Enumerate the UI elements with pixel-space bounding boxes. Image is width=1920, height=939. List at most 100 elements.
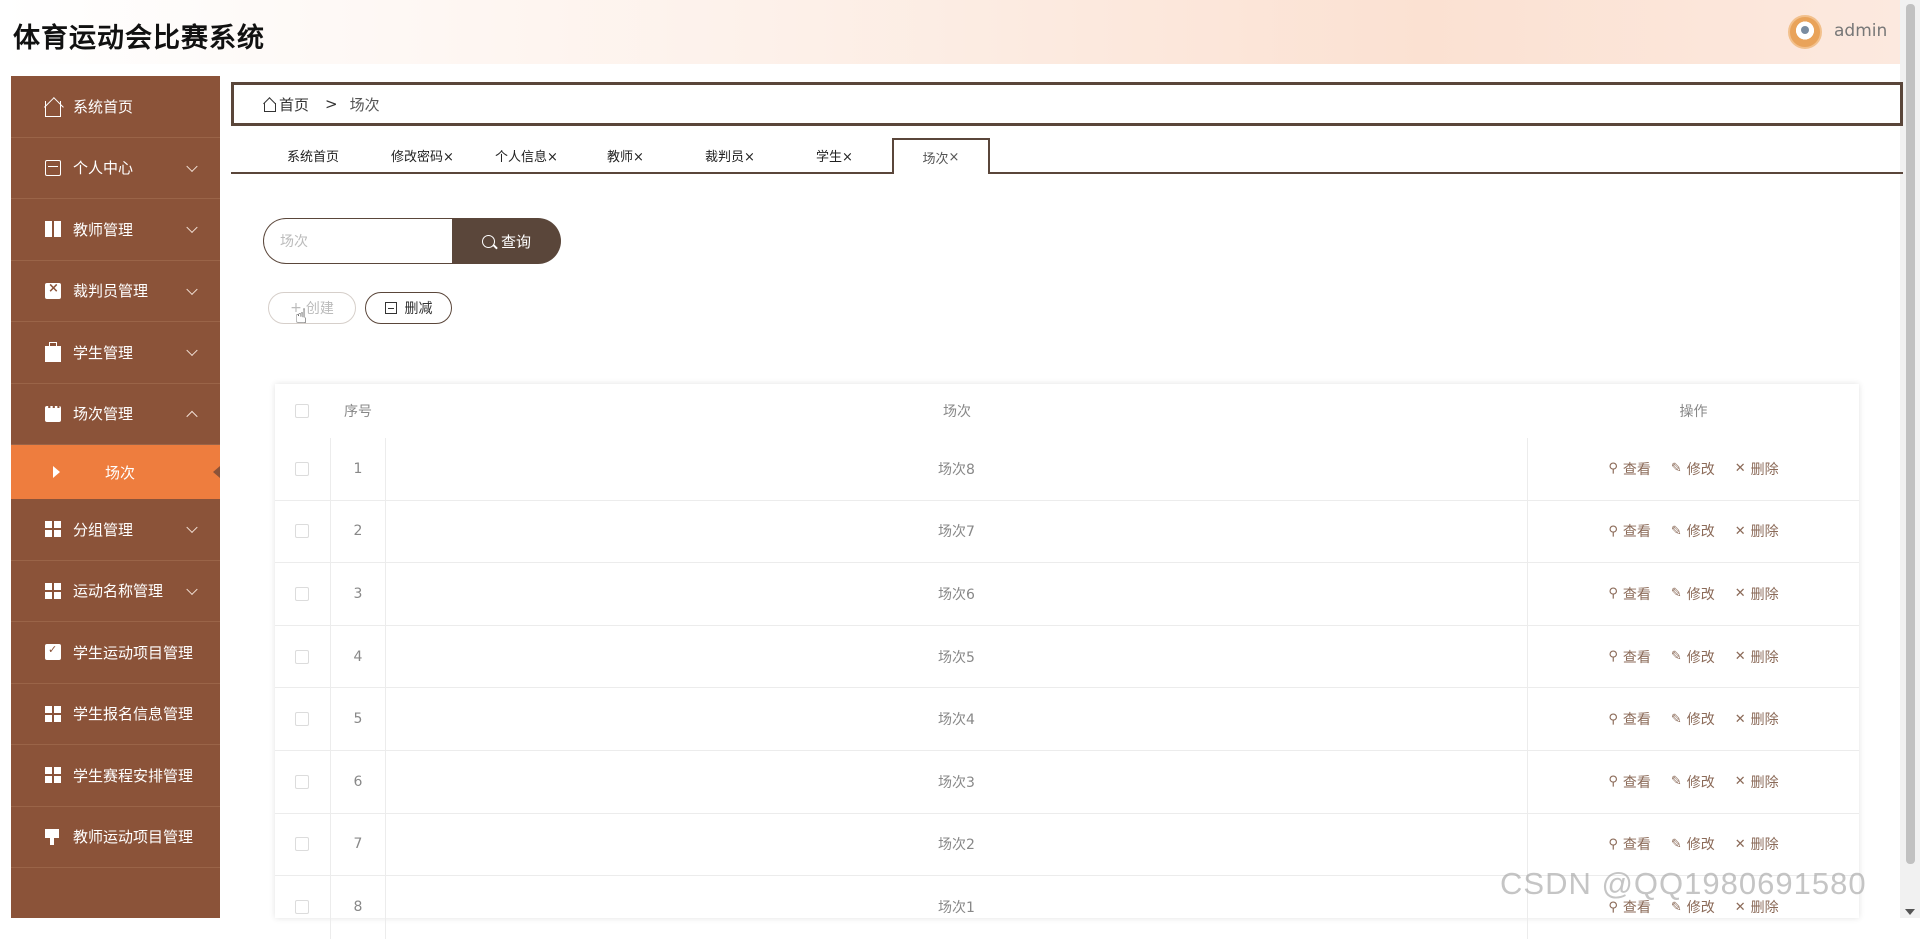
row-checkbox[interactable] xyxy=(295,586,309,601)
tab-referee[interactable]: 裁判员× xyxy=(705,146,755,165)
sidebar-item-student-schedule[interactable]: 学生赛程安排管理 xyxy=(11,745,220,807)
row-checkbox[interactable] xyxy=(295,774,309,789)
close-icon[interactable]: × xyxy=(547,150,558,165)
grid-icon xyxy=(45,582,61,599)
delete-button[interactable]: ✕ 删除 xyxy=(1735,584,1779,604)
view-button[interactable]: ⚲ 查看 xyxy=(1608,647,1651,667)
scroll-down-arrow-icon[interactable] xyxy=(1905,909,1915,915)
row-index: 4 xyxy=(330,625,386,688)
close-icon[interactable]: × xyxy=(949,150,960,165)
close-icon[interactable]: × xyxy=(633,150,644,165)
edit-button[interactable]: ✎ 修改 xyxy=(1671,584,1715,604)
close-icon: ✕ xyxy=(1734,586,1746,602)
sidebar-item-personal-center[interactable]: 个人中心 xyxy=(11,138,220,199)
close-icon: ✕ xyxy=(1734,461,1746,477)
close-icon[interactable]: × xyxy=(443,150,454,165)
sidebar-item-student-management[interactable]: 学生管理 xyxy=(11,322,220,384)
close-icon: ✕ xyxy=(1734,899,1746,915)
pencil-icon: ✎ xyxy=(1670,711,1682,727)
tab-personal-info[interactable]: 个人信息× xyxy=(495,146,558,165)
sidebar-item-referee-management[interactable]: 裁判员管理 xyxy=(11,261,220,322)
sidebar-item-group-management[interactable]: 分组管理 xyxy=(11,499,220,561)
chevron-down-icon xyxy=(186,521,198,534)
edit-button[interactable]: ✎ 修改 xyxy=(1671,647,1715,667)
sidebar: 系统首页 个人中心 教师管理 裁判员管理 学生管理 场次管理 场次 分组管理 运… xyxy=(11,76,220,918)
delete-button[interactable]: ✕ 删除 xyxy=(1735,459,1779,479)
delete-button[interactable]: ✕ 删除 xyxy=(1735,709,1779,729)
sidebar-subitem-session[interactable]: 场次 xyxy=(11,445,220,499)
row-name: 场次1 xyxy=(386,876,1528,939)
edit-button[interactable]: ✎ 修改 xyxy=(1671,521,1715,541)
delete-button[interactable]: ✕ 删除 xyxy=(1735,647,1779,667)
tab-home[interactable]: 系统首页 xyxy=(287,146,339,165)
home-icon[interactable] xyxy=(262,97,276,112)
grid-icon xyxy=(45,705,61,722)
sidebar-item-session-management[interactable]: 场次管理 xyxy=(11,384,220,445)
tab-label: 修改密码 xyxy=(391,150,444,165)
row-checkbox[interactable] xyxy=(295,900,309,915)
view-button[interactable]: ⚲ 查看 xyxy=(1608,584,1651,604)
sidebar-item-student-sport-project[interactable]: 学生运动项目管理 xyxy=(11,622,220,684)
chat-icon xyxy=(45,400,61,422)
select-all-checkbox[interactable] xyxy=(295,404,309,418)
breadcrumb: 首页 > 场次 xyxy=(231,82,1903,126)
edit-button[interactable]: ✎ 修改 xyxy=(1671,772,1715,792)
tab-label: 教师 xyxy=(607,150,634,165)
sidebar-item-home[interactable]: 系统首页 xyxy=(11,76,220,138)
edit-button[interactable]: ✎ 修改 xyxy=(1671,459,1715,479)
user-avatar[interactable] xyxy=(1788,15,1822,49)
tab-label: 学生 xyxy=(816,150,843,165)
delete-button[interactable]: ✕ 删除 xyxy=(1735,521,1779,541)
row-name: 场次3 xyxy=(386,751,1528,813)
tab-student[interactable]: 学生× xyxy=(816,146,853,165)
sidebar-item-teacher-sport-project[interactable]: 教师运动项目管理 xyxy=(11,807,220,868)
search-button[interactable]: 查询 xyxy=(452,218,561,264)
row-checkbox[interactable] xyxy=(295,461,309,476)
bulk-delete-label: 删减 xyxy=(404,301,433,317)
view-button[interactable]: ⚲ 查看 xyxy=(1608,521,1651,541)
row-name: 场次4 xyxy=(386,688,1528,750)
row-checkbox[interactable] xyxy=(295,524,309,539)
row-checkbox[interactable] xyxy=(295,649,309,664)
tab-teacher[interactable]: 教师× xyxy=(607,146,644,165)
search-input[interactable] xyxy=(263,218,453,264)
delete-button[interactable]: ✕ 删除 xyxy=(1735,834,1779,854)
row-index: 1 xyxy=(330,438,386,500)
table-row: 5 场次4 ⚲ 查看 ✎ 修改 ✕ 删除 xyxy=(275,688,1859,751)
watermark: CSDN @QQ1980691580 xyxy=(1500,866,1867,901)
sidebar-item-sport-name-management[interactable]: 运动名称管理 xyxy=(11,561,220,622)
row-ops: ⚲ 查看 ✎ 修改 ✕ 删除 xyxy=(1528,438,1859,500)
view-button[interactable]: ⚲ 查看 xyxy=(1608,834,1651,854)
sidebar-item-teacher-management[interactable]: 教师管理 xyxy=(11,199,220,261)
close-icon[interactable]: × xyxy=(842,150,853,165)
close-icon[interactable]: × xyxy=(744,150,755,165)
breadcrumb-current: 场次 xyxy=(349,95,380,114)
sidebar-item-student-registration[interactable]: 学生报名信息管理 xyxy=(11,684,220,745)
delete-button[interactable]: ✕ 删除 xyxy=(1735,772,1779,792)
tab-change-password[interactable]: 修改密码× xyxy=(391,146,454,165)
view-button[interactable]: ⚲ 查看 xyxy=(1608,709,1651,729)
tab-label: 个人信息 xyxy=(495,150,548,165)
page-scrollbar[interactable] xyxy=(1900,0,1920,918)
row-checkbox[interactable] xyxy=(295,837,309,852)
table-row: 1 场次8 ⚲ 查看 ✎ 修改 ✕ 删除 xyxy=(275,438,1859,501)
view-button[interactable]: ⚲ 查看 xyxy=(1608,772,1651,792)
view-button[interactable]: ⚲ 查看 xyxy=(1608,459,1651,479)
active-pointer-icon xyxy=(213,466,220,478)
search-icon: ⚲ xyxy=(1608,523,1618,539)
row-index: 2 xyxy=(330,500,386,563)
sidebar-item-label: 场次管理 xyxy=(73,405,134,424)
scrollbar-thumb[interactable] xyxy=(1906,4,1915,864)
edit-button[interactable]: ✎ 修改 xyxy=(1671,834,1715,854)
breadcrumb-home[interactable]: 首页 xyxy=(279,94,309,115)
edit-button[interactable]: ✎ 修改 xyxy=(1671,709,1715,729)
briefcase-icon xyxy=(45,342,61,363)
username-label[interactable]: admin xyxy=(1834,21,1887,41)
close-icon: ✕ xyxy=(1734,774,1746,790)
row-name: 场次8 xyxy=(386,438,1528,500)
bulk-delete-button[interactable]: 删减 xyxy=(365,292,452,324)
row-checkbox[interactable] xyxy=(295,712,309,727)
tab-label: 系统首页 xyxy=(287,150,340,165)
tab-session[interactable]: 场次 × xyxy=(892,138,990,174)
create-button[interactable]: + 创建 xyxy=(268,292,356,324)
